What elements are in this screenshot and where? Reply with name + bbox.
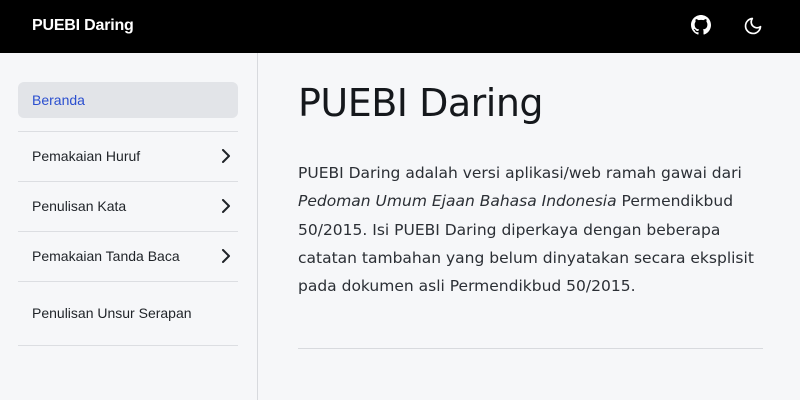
sidebar-item-label: Penulisan Kata xyxy=(32,198,127,214)
brand-title[interactable]: PUEBI Daring xyxy=(32,17,134,35)
intro-paragraph: PUEBI Daring adalah versi aplikasi/web r… xyxy=(298,159,768,300)
sidebar-item-label: Pemakaian Huruf xyxy=(32,148,141,164)
sidebar-divider xyxy=(18,345,238,346)
chevron-right-icon[interactable] xyxy=(220,249,232,263)
sidebar-item-penulisan-unsur-serapan[interactable]: Penulisan Unsur Serapan xyxy=(18,281,238,345)
sidebar-item-beranda[interactable]: Beranda xyxy=(18,82,238,118)
github-icon[interactable] xyxy=(691,15,711,35)
sidebar-item-label: Penulisan Unsur Serapan xyxy=(32,305,192,321)
moon-icon[interactable] xyxy=(743,16,763,36)
content-divider xyxy=(298,348,763,349)
top-navbar: PUEBI Daring xyxy=(0,0,800,53)
sidebar-item-pemakaian-huruf[interactable]: Pemakaian Huruf xyxy=(18,131,238,181)
intro-text-part1: PUEBI Daring adalah versi aplikasi/web r… xyxy=(298,164,742,182)
page-title: PUEBI Daring xyxy=(298,81,544,125)
sidebar-item-pemakaian-tanda-baca[interactable]: Pemakaian Tanda Baca xyxy=(18,231,238,281)
sidebar-item-label: Beranda xyxy=(32,92,85,108)
sidebar: Beranda Pemakaian Huruf Penulisan Kata P… xyxy=(0,53,258,400)
sidebar-item-penulisan-kata[interactable]: Penulisan Kata xyxy=(18,181,238,231)
chevron-right-icon[interactable] xyxy=(220,199,232,213)
sidebar-item-label: Pemakaian Tanda Baca xyxy=(32,248,180,264)
intro-text-italic: Pedoman Umum Ejaan Bahasa Indonesia xyxy=(298,192,617,211)
main-content: PUEBI Daring PUEBI Daring adalah versi a… xyxy=(258,53,800,400)
chevron-right-icon[interactable] xyxy=(220,149,232,163)
